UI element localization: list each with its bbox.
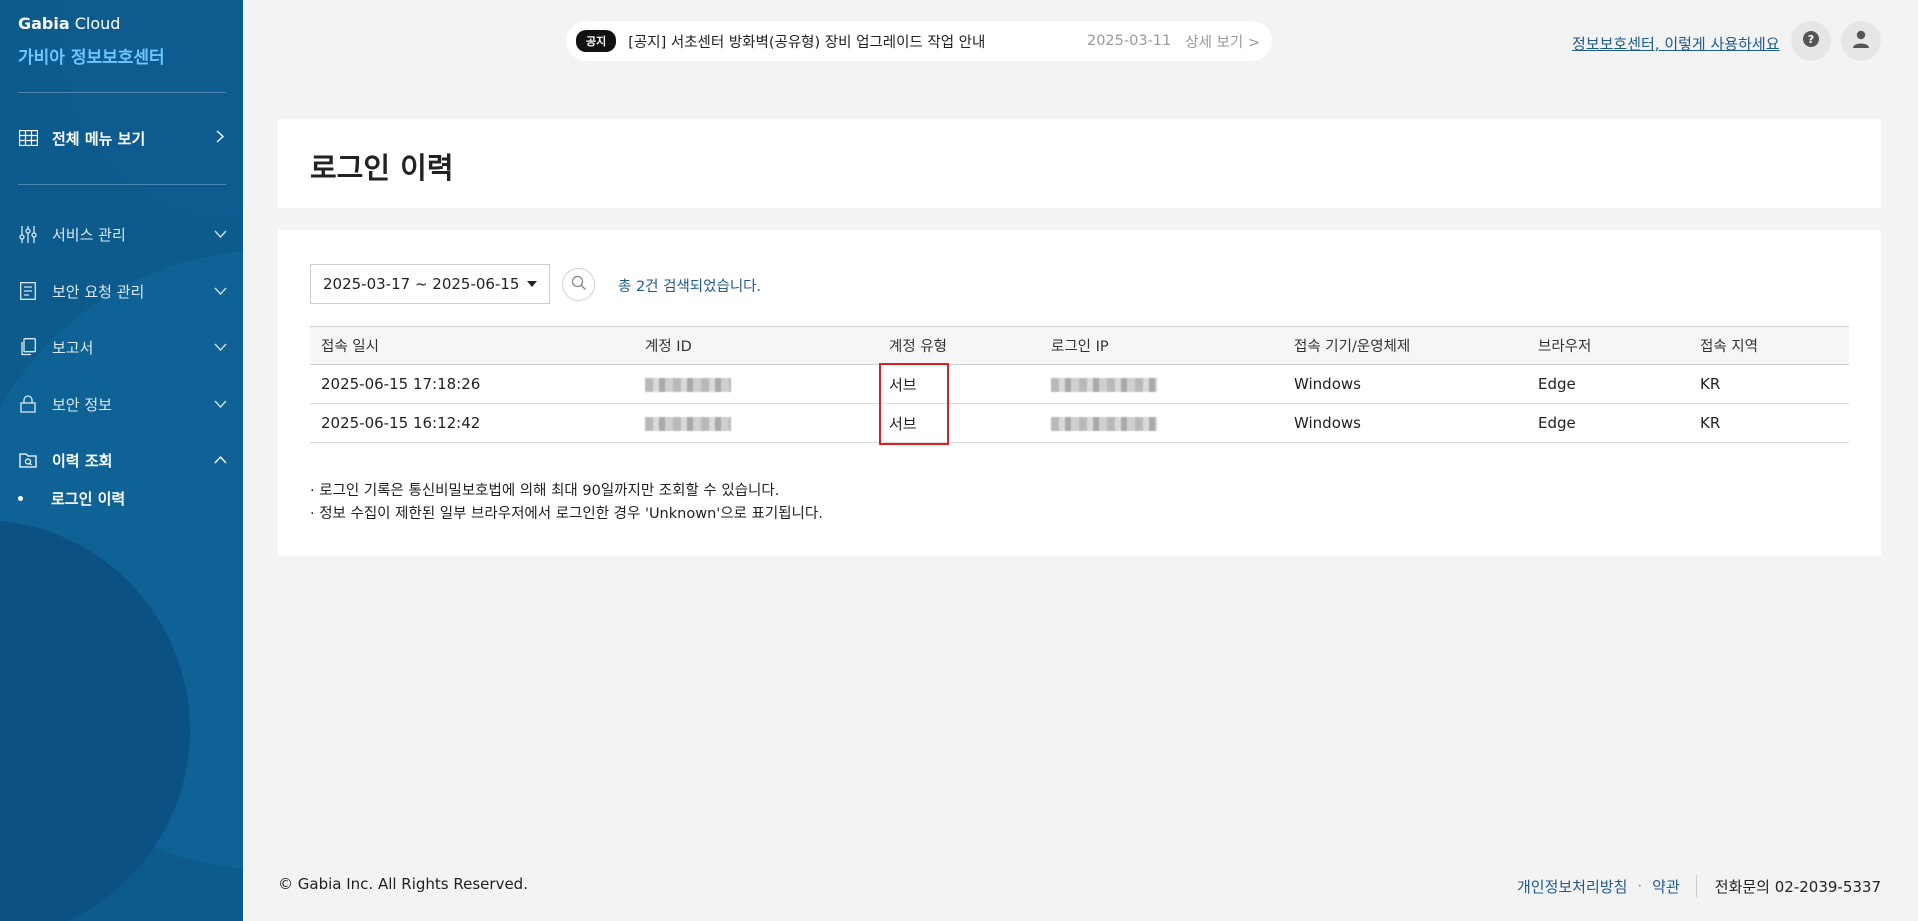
notice-text[interactable]: [공지] 서초센터 방화벽(공유형) 장비 업그레이드 작업 안내 bbox=[628, 31, 1087, 52]
sidebar-item-history[interactable]: 이력 조회 bbox=[18, 446, 228, 474]
redacted-login-ip bbox=[1051, 416, 1157, 431]
sidebar-item-label: 서비스 관리 bbox=[52, 225, 126, 244]
sidebar-divider bbox=[18, 92, 226, 93]
table-row: 2025-06-15 16:12:42 서브 Windows Edge KR bbox=[310, 404, 1849, 443]
copy-icon bbox=[18, 338, 38, 356]
question-icon: ? bbox=[1802, 30, 1820, 52]
chevron-up-icon bbox=[212, 453, 228, 468]
brand-logo[interactable]: Gabia Cloud bbox=[18, 14, 120, 33]
notice-badge: 공지 bbox=[576, 30, 617, 52]
bullet-dot bbox=[18, 496, 23, 501]
grid-icon bbox=[18, 129, 38, 147]
sidebar-item-label: 보고서 bbox=[52, 338, 94, 357]
login-history-table: 접속 일시 계정 ID 계정 유형 로그인 IP 접속 기기/운영체제 브라우저… bbox=[310, 326, 1849, 443]
cell-datetime: 2025-06-15 16:12:42 bbox=[321, 414, 481, 432]
sidebar-item-label: 보안 요청 관리 bbox=[52, 282, 145, 301]
cell-region: KR bbox=[1700, 414, 1721, 432]
sidebar-item-security-request[interactable]: 보안 요청 관리 bbox=[18, 277, 228, 305]
redacted-login-ip bbox=[1051, 377, 1157, 392]
sidebar-subitem-label: 로그인 이력 bbox=[51, 490, 126, 508]
cell-os: Windows bbox=[1294, 414, 1361, 432]
cell-account-id bbox=[634, 414, 878, 432]
sidebar-subitem-login-history[interactable]: 로그인 이력 bbox=[18, 488, 125, 509]
cell-account-id bbox=[634, 375, 878, 393]
column-header: 브라우저 bbox=[1538, 339, 1592, 355]
column-header: 계정 유형 bbox=[889, 339, 947, 355]
chevron-down-icon bbox=[212, 340, 228, 355]
redacted-account-id bbox=[645, 377, 731, 392]
chevron-down-icon bbox=[212, 227, 228, 242]
sidebar-item-security-info[interactable]: 보안 정보 bbox=[18, 390, 228, 418]
copyright: © Gabia Inc. All Rights Reserved. bbox=[278, 875, 528, 893]
folder-search-icon bbox=[18, 451, 38, 469]
sidebar-item-reports[interactable]: 보고서 bbox=[18, 333, 228, 361]
footer-links: 개인정보처리방침 · 약관 전화문의 02-2039-5337 bbox=[1517, 875, 1881, 897]
lock-icon bbox=[18, 395, 38, 413]
sidebar: Gabia Cloud 가비아 정보보호센터 전체 메뉴 보기 서비스 관리 보 bbox=[0, 0, 243, 921]
contact-phone: 전화문의 02-2039-5337 bbox=[1714, 877, 1881, 896]
notes: · 로그인 기록은 통신비밀보호법에 의해 최대 90일까지만 조회할 수 있습… bbox=[310, 480, 823, 526]
caret-down-icon bbox=[527, 281, 537, 287]
date-range-select[interactable]: 2025-03-17 ~ 2025-06-15 bbox=[310, 264, 550, 304]
privacy-policy-link[interactable]: 개인정보처리방침 bbox=[1517, 876, 1627, 897]
notice-date: 2025-03-11 bbox=[1086, 33, 1172, 49]
footer-divider bbox=[1695, 875, 1697, 897]
cell-browser: Edge bbox=[1538, 414, 1576, 432]
cell-login-ip bbox=[1040, 375, 1283, 393]
cell-login-ip bbox=[1040, 414, 1283, 432]
highlight-box bbox=[879, 363, 949, 445]
document-list-icon bbox=[18, 282, 38, 300]
column-header: 접속 지역 bbox=[1700, 339, 1758, 355]
sliders-icon bbox=[18, 225, 38, 243]
table-row: 2025-06-15 17:18:26 서브 Windows Edge KR bbox=[310, 365, 1849, 404]
user-profile-button[interactable] bbox=[1841, 21, 1881, 61]
sidebar-all-menu-label: 전체 메뉴 보기 bbox=[52, 129, 146, 148]
terms-link[interactable]: 약관 bbox=[1652, 876, 1680, 897]
login-history-card: 2025-03-17 ~ 2025-06-15 총 2건 검색되었습니다. 접속… bbox=[278, 230, 1881, 556]
cell-region: KR bbox=[1700, 375, 1721, 393]
help-guide-link[interactable]: 정보보호센터, 이렇게 사용하세요 bbox=[1572, 33, 1780, 54]
note-line: · 정보 수집이 제한된 일부 브라우저에서 로그인한 경우 'Unknown'… bbox=[310, 506, 823, 522]
cell-os: Windows bbox=[1294, 375, 1361, 393]
help-button[interactable]: ? bbox=[1791, 21, 1831, 61]
sidebar-item-label: 보안 정보 bbox=[52, 395, 112, 414]
search-icon bbox=[571, 275, 587, 295]
title-card: 로그인 이력 bbox=[278, 119, 1881, 208]
footer-separator: · bbox=[1637, 877, 1643, 895]
sidebar-item-label: 이력 조회 bbox=[52, 451, 113, 470]
result-count: 총 2건 검색되었습니다. bbox=[618, 279, 762, 295]
sidebar-all-menu[interactable]: 전체 메뉴 보기 bbox=[18, 124, 228, 152]
notice-bar[interactable]: 공지 [공지] 서초센터 방화벽(공유형) 장비 업그레이드 작업 안내 202… bbox=[566, 21, 1272, 61]
chevron-down-icon bbox=[212, 397, 228, 412]
note-line: · 로그인 기록은 통신비밀보호법에 의해 최대 90일까지만 조회할 수 있습… bbox=[310, 483, 780, 499]
table-header-row: 접속 일시 계정 ID 계정 유형 로그인 IP 접속 기기/운영체제 브라우저… bbox=[310, 326, 1849, 365]
notice-more-link[interactable]: 상세 보기 > bbox=[1185, 31, 1260, 52]
column-header: 접속 일시 bbox=[321, 339, 379, 355]
svg-text:?: ? bbox=[1808, 33, 1814, 46]
sidebar-divider bbox=[18, 184, 226, 185]
chevron-down-icon bbox=[212, 284, 228, 299]
cell-datetime: 2025-06-15 17:18:26 bbox=[321, 375, 481, 393]
date-range-value: 2025-03-17 ~ 2025-06-15 bbox=[323, 275, 520, 293]
sidebar-item-service[interactable]: 서비스 관리 bbox=[18, 220, 228, 248]
search-button[interactable] bbox=[562, 268, 595, 301]
column-header: 접속 기기/운영체제 bbox=[1294, 339, 1411, 355]
cell-browser: Edge bbox=[1538, 375, 1576, 393]
chevron-right-icon bbox=[212, 129, 228, 147]
column-header: 계정 ID bbox=[645, 339, 692, 355]
redacted-account-id bbox=[645, 416, 731, 431]
brand-subtitle[interactable]: 가비아 정보보호센터 bbox=[18, 43, 165, 68]
column-header: 로그인 IP bbox=[1051, 339, 1109, 355]
user-icon bbox=[1851, 29, 1871, 53]
page-title: 로그인 이력 bbox=[310, 151, 454, 185]
